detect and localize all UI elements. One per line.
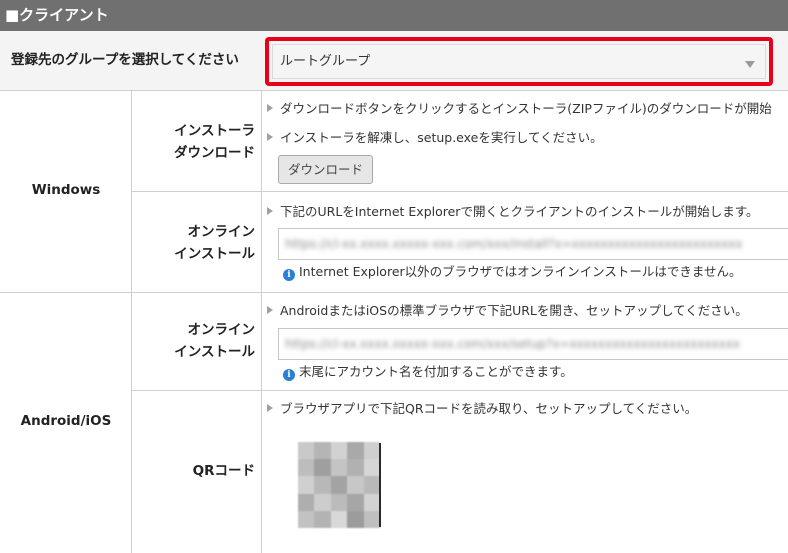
method-label-qr: QRコード bbox=[192, 463, 255, 479]
note-windows-online-text: Internet Explorer以外のブラウザではオンラインインストールはでき… bbox=[299, 264, 742, 279]
note-android-online-text: 末尾にアカウント名を付加することができます。 bbox=[299, 364, 573, 379]
content-cell-installer: ダウンロードボタンをクリックするとインストーラ(ZIPファイル)のダウンロードが… bbox=[262, 91, 788, 192]
method-label-android-online-line1: オンライン bbox=[187, 322, 256, 338]
bullet-triangle-icon bbox=[267, 306, 273, 314]
instruction-extract-text: インストーラを解凍し、setup.exeを実行してください。 bbox=[280, 130, 603, 145]
windows-install-url-field[interactable]: https://cl-xx.xxxx.xxxxx-xxx.com/xxx/ins… bbox=[278, 228, 788, 260]
android-install-url-field[interactable]: https://cl-xx.xxxx.xxxxx-xxx.com/xxx/set… bbox=[278, 328, 788, 360]
content-cell-android-online: AndroidまたはiOSの標準ブラウザで下記URLを開き、セットアップしてくだ… bbox=[262, 293, 788, 391]
instruction-qr-text: ブラウザアプリで下記QRコードを読み取り、セットアップしてください。 bbox=[280, 401, 698, 416]
note-android-online: i 末尾にアカウント名を付加することができます。 bbox=[283, 364, 573, 381]
section-header-client: ■クライアント bbox=[0, 0, 788, 31]
method-label-windows-online-line1: オンライン bbox=[187, 224, 256, 240]
method-label-windows-online-line2: インストール bbox=[174, 246, 255, 262]
group-select-row: 登録先のグループを選択してください ルートグループ bbox=[0, 31, 788, 91]
os-label-android-ios: Android/iOS bbox=[20, 413, 112, 429]
group-select-label: 登録先のグループを選択してください bbox=[11, 52, 239, 68]
method-cell-android-online: オンライン インストール bbox=[132, 293, 262, 391]
content-cell-windows-online: 下記のURLをInternet Explorerで開くとクライアントのインストー… bbox=[262, 192, 788, 293]
instruction-download: ダウンロードボタンをクリックするとインストーラ(ZIPファイル)のダウンロードが… bbox=[267, 101, 772, 117]
method-cell-installer: インストーラ ダウンロード bbox=[132, 91, 262, 192]
instruction-windows-online: 下記のURLをInternet Explorerで開くとクライアントのインストー… bbox=[267, 204, 758, 220]
method-label-installer-line1: インストーラ bbox=[174, 123, 255, 139]
info-icon: i bbox=[283, 269, 295, 281]
group-select[interactable]: ルートグループ bbox=[272, 44, 766, 79]
windows-install-url-text: https://cl-xx.xxxx.xxxxx-xxx.com/xxx/ins… bbox=[285, 237, 743, 251]
instruction-download-text: ダウンロードボタンをクリックするとインストーラ(ZIPファイル)のダウンロードが… bbox=[280, 101, 772, 116]
method-label-installer-line2: ダウンロード bbox=[174, 145, 255, 161]
method-cell-windows-online: オンライン インストール bbox=[132, 192, 262, 293]
qr-code-image bbox=[298, 442, 380, 528]
method-label-android-online-line2: インストール bbox=[174, 344, 255, 360]
android-install-url-text: https://cl-xx.xxxx.xxxxx-xxx.com/xxx/set… bbox=[285, 337, 741, 351]
group-select-value: ルートグループ bbox=[280, 54, 371, 69]
qr-code-edge bbox=[379, 443, 381, 527]
bullet-triangle-icon bbox=[267, 404, 273, 412]
bullet-triangle-icon bbox=[267, 133, 273, 141]
os-cell-windows: Windows bbox=[0, 91, 132, 293]
info-icon: i bbox=[283, 369, 295, 381]
content-cell-qr: ブラウザアプリで下記QRコードを読み取り、セットアップしてください。 bbox=[262, 391, 788, 553]
group-select-highlight: ルートグループ bbox=[265, 37, 773, 86]
instruction-android-online-text: AndroidまたはiOSの標準ブラウザで下記URLを開き、セットアップしてくだ… bbox=[280, 303, 748, 318]
os-cell-android-ios: Android/iOS bbox=[0, 293, 132, 553]
instruction-extract: インストーラを解凍し、setup.exeを実行してください。 bbox=[267, 130, 603, 146]
os-label-windows: Windows bbox=[31, 182, 101, 198]
note-windows-online: i Internet Explorer以外のブラウザではオンラインインストールはで… bbox=[283, 264, 742, 281]
instruction-windows-online-text: 下記のURLをInternet Explorerで開くとクライアントのインストー… bbox=[280, 204, 759, 219]
chevron-down-icon[interactable] bbox=[745, 61, 755, 68]
download-button[interactable]: ダウンロード bbox=[278, 155, 373, 184]
instruction-android-online: AndroidまたはiOSの標準ブラウザで下記URLを開き、セットアップしてくだ… bbox=[267, 303, 748, 319]
instruction-qr: ブラウザアプリで下記QRコードを読み取り、セットアップしてください。 bbox=[267, 401, 697, 417]
bullet-triangle-icon bbox=[267, 207, 273, 215]
bullet-triangle-icon bbox=[267, 104, 273, 112]
method-cell-qr: QRコード bbox=[132, 391, 262, 553]
